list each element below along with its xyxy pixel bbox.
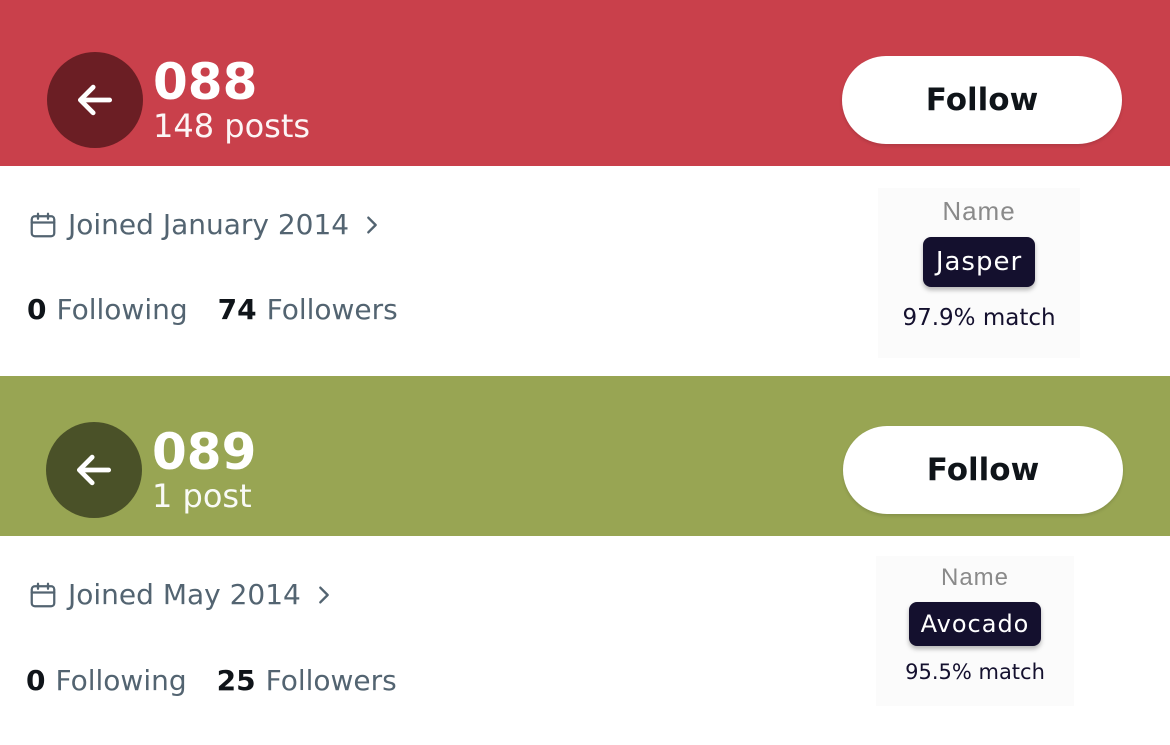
name-heading: Name bbox=[940, 564, 1010, 591]
post-count: 1 post bbox=[152, 477, 252, 515]
following-label: Following bbox=[55, 664, 187, 697]
followers-label: Followers bbox=[266, 293, 398, 326]
joined-date-text: Joined January 2014 bbox=[68, 208, 350, 241]
follow-button[interactable]: Follow bbox=[843, 426, 1123, 514]
followers-link[interactable]: 74 Followers bbox=[218, 293, 398, 326]
joined-date-text: Joined May 2014 bbox=[68, 578, 301, 611]
name-heading: Name bbox=[942, 196, 1016, 226]
profile-details: Joined May 2014 0 Following 25 Followers… bbox=[0, 536, 1170, 745]
back-button[interactable] bbox=[46, 422, 142, 518]
followers-link[interactable]: 25 Followers bbox=[217, 664, 397, 697]
name-chip: Jasper bbox=[922, 237, 1036, 287]
following-link[interactable]: 0 Following bbox=[27, 293, 188, 326]
account-id: 089 bbox=[152, 423, 257, 481]
following-count: 0 bbox=[27, 293, 47, 326]
follow-stats: 0 Following 25 Followers bbox=[26, 664, 397, 697]
profile-details: Joined January 2014 0 Following 74 Follo… bbox=[0, 0, 1170, 376]
arrow-left-icon bbox=[76, 454, 112, 486]
chevron-right-icon bbox=[319, 585, 329, 604]
calendar-icon bbox=[30, 212, 56, 237]
following-label: Following bbox=[56, 293, 188, 326]
name-match-panel: Name Jasper 97.9% match bbox=[878, 188, 1080, 358]
profile-title-block: 089 1 post bbox=[152, 426, 256, 514]
match-score: 95.5% match bbox=[905, 660, 1045, 684]
followers-count: 74 bbox=[217, 293, 257, 326]
profile-card-089: 089 1 post Follow Joined May 2014 0 Foll… bbox=[0, 376, 1170, 745]
calendar-icon bbox=[30, 582, 56, 607]
profile-banner: 089 1 post Follow bbox=[0, 376, 1170, 536]
followers-count: 25 bbox=[216, 664, 256, 697]
joined-date-link[interactable]: Joined January 2014 bbox=[28, 208, 383, 241]
joined-date-link[interactable]: Joined May 2014 bbox=[28, 578, 335, 611]
profile-card-088: 088 148 posts Follow Joined January 2014… bbox=[0, 0, 1170, 376]
name-match-panel: Name Avocado 95.5% match bbox=[876, 556, 1074, 706]
match-score: 97.9% match bbox=[902, 305, 1056, 331]
following-link[interactable]: 0 Following bbox=[26, 664, 187, 697]
name-chip: Avocado bbox=[908, 602, 1042, 646]
following-count: 0 bbox=[26, 664, 46, 697]
followers-label: Followers bbox=[265, 664, 397, 697]
follow-stats: 0 Following 74 Followers bbox=[27, 293, 398, 326]
chevron-right-icon bbox=[367, 215, 377, 234]
